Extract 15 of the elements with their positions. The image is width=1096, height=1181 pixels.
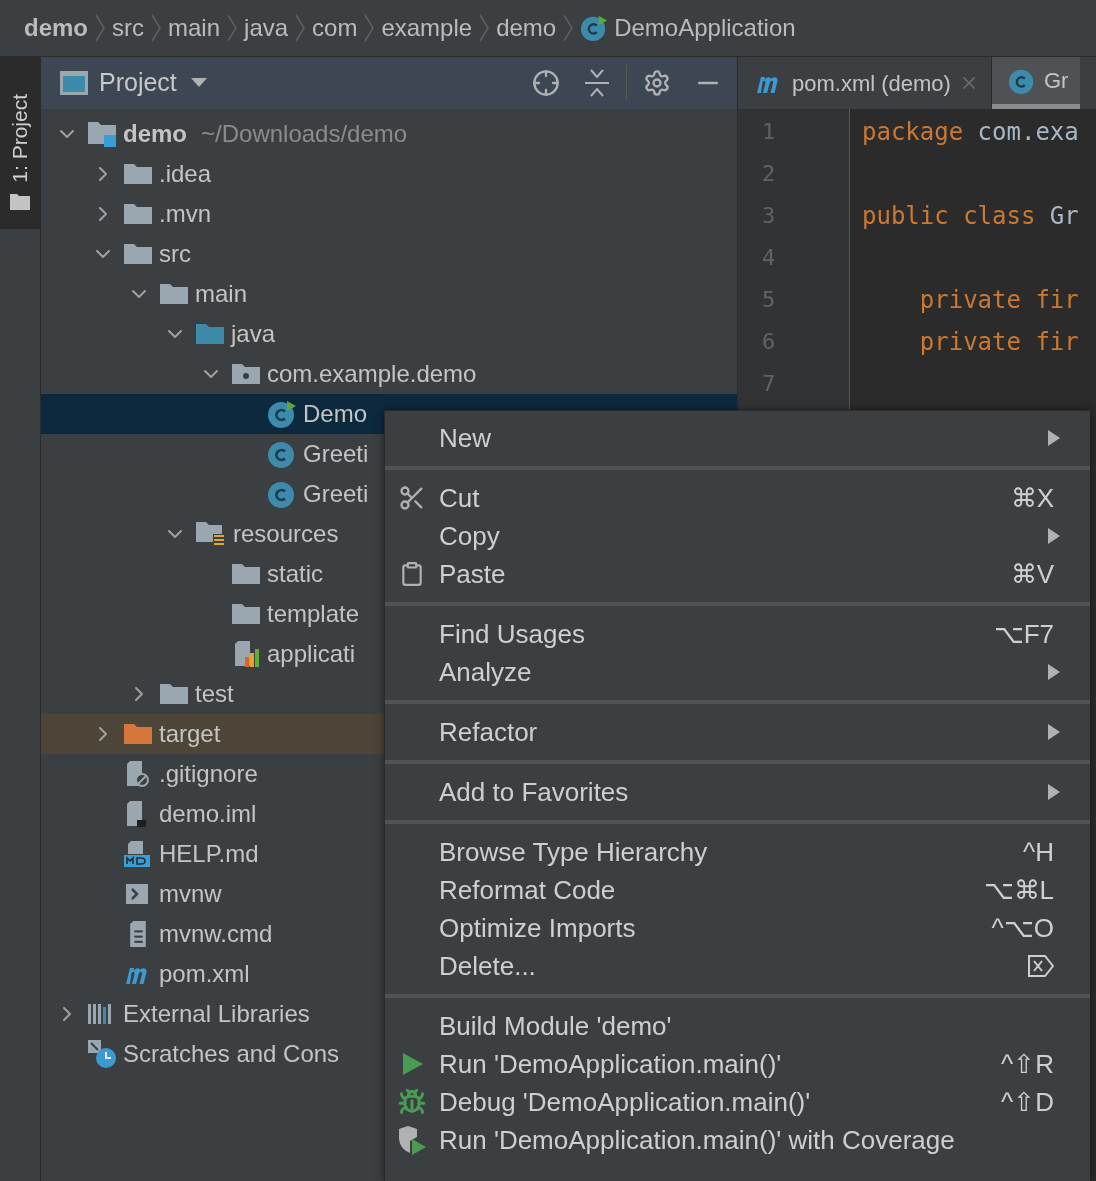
code-text: Gr [1048,201,1079,232]
path-text: ~/Downloads/demo [201,119,408,149]
shortcut-text: ^⌥O [991,911,1054,945]
shortcut-text: ⌘V [1010,557,1054,591]
code-text: private fir [918,285,1079,316]
shortcut-text: ^⇧D [1001,1085,1054,1119]
shortcut-text: ^H [1023,835,1054,869]
code-text: private fir [918,327,1079,358]
code-text: public class [862,201,1036,232]
code-text: com.exa [976,117,1079,148]
shortcut-text: ⌘X [1010,481,1054,515]
shortcut-text: ⌥F7 [993,617,1054,651]
code-text: package [862,117,964,148]
shortcut-text: ⌥⌘L [983,873,1054,907]
shortcut-text: ^⇧R [1001,1047,1054,1081]
